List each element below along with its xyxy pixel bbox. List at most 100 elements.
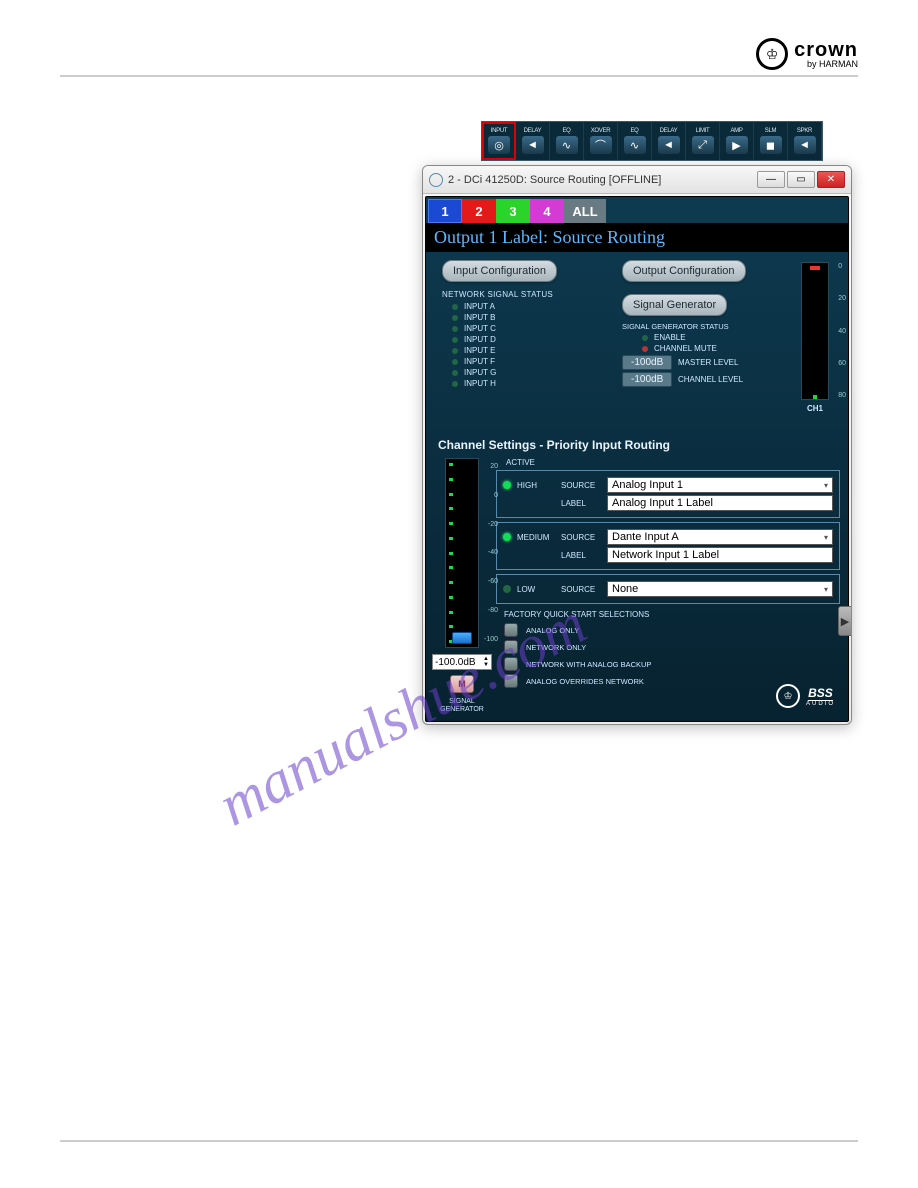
window-titlebar[interactable]: 2 - DCi 41250D: Source Routing [OFFLINE]…: [423, 166, 851, 194]
minimize-button[interactable]: —: [757, 171, 785, 188]
meter-fill: [813, 395, 817, 399]
analog-override-checkbox[interactable]: [504, 674, 518, 688]
channel-tab-4[interactable]: 4: [530, 199, 564, 223]
peak-indicator: [810, 266, 820, 270]
led-icon: [452, 337, 458, 343]
channel-level-label: CHANNEL LEVEL: [678, 375, 743, 384]
brand-sub: by HARMAN: [794, 60, 858, 69]
footer-logos: ♔ BSS AUDIO: [776, 684, 835, 708]
input-a-status: INPUT A: [452, 302, 592, 311]
slm-icon: ◼: [760, 136, 782, 154]
led-icon: [642, 335, 648, 341]
signal-generator-label: SIGNAL GENERATOR: [440, 698, 484, 713]
input-configuration-button[interactable]: Input Configuration: [442, 260, 557, 282]
priority-routing-area: 20 0 -20 -40 -60 -80 -100 -100.0dB ▲▼ M …: [426, 458, 848, 713]
toolbar-xover[interactable]: XOVER⌒: [584, 122, 618, 160]
delay-icon: ◄: [658, 136, 680, 154]
signal-generator-button[interactable]: Signal Generator: [622, 294, 727, 316]
toolbar-amp[interactable]: AMP▶: [720, 122, 754, 160]
bss-logo-sub: AUDIO: [806, 701, 835, 707]
priority-medium-label: MEDIUM: [517, 533, 555, 542]
meter-channel-label: CH1: [792, 404, 838, 413]
channel-level-value[interactable]: -100dB: [622, 372, 672, 387]
priority-low-label: LOW: [517, 585, 555, 594]
main-panel: 1 2 3 4 ALL Output 1 Label: Source Routi…: [425, 196, 849, 722]
toolbar-eq2[interactable]: EQ∿: [618, 122, 652, 160]
input-d-status: INPUT D: [452, 335, 592, 344]
input-e-status: INPUT E: [452, 346, 592, 355]
page-rule-top: [60, 75, 858, 77]
xover-icon: ⌒: [590, 136, 612, 154]
analog-only-checkbox[interactable]: [504, 623, 518, 637]
channel-tab-all[interactable]: ALL: [564, 199, 606, 223]
eq-icon: ∿: [556, 136, 578, 154]
toolbar-delay1[interactable]: DELAY◄: [516, 122, 550, 160]
gain-db-input[interactable]: -100.0dB ▲▼: [432, 654, 492, 670]
section-title: Channel Settings - Priority Input Routin…: [426, 432, 848, 458]
eq-icon: ∿: [624, 136, 646, 154]
network-analog-backup-checkbox[interactable]: [504, 657, 518, 671]
window-icon: [429, 173, 443, 187]
low-source-dropdown[interactable]: None▾: [607, 581, 833, 597]
priority-low-box: LOW SOURCE None▾: [496, 574, 840, 604]
bss-logo-text: BSS: [808, 686, 833, 701]
maximize-button[interactable]: ▭: [787, 171, 815, 188]
channel-tabs: 1 2 3 4 ALL: [426, 197, 848, 223]
toolbar-eq1[interactable]: EQ∿: [550, 122, 584, 160]
header-logo: ♔ crown by HARMAN: [756, 38, 858, 70]
priority-high-box: HIGH SOURCE Analog Input 1▾ LABEL Analog…: [496, 470, 840, 518]
expand-right-button[interactable]: ▶: [838, 606, 852, 636]
active-header: ACTIVE: [506, 458, 840, 467]
window-title: 2 - DCi 41250D: Source Routing [OFFLINE]: [448, 174, 661, 186]
active-led-icon: [503, 481, 511, 489]
output-configuration-button[interactable]: Output Configuration: [622, 260, 746, 282]
crown-footer-icon: ♔: [776, 684, 800, 708]
output-label: Output 1 Label: Source Routing: [426, 223, 848, 252]
medium-source-dropdown[interactable]: Dante Input A▾: [607, 529, 833, 545]
chevron-down-icon: ▾: [824, 585, 828, 594]
toolbar-limit[interactable]: LIMIT⤢: [686, 122, 720, 160]
active-led-icon: [503, 533, 511, 541]
close-button[interactable]: ✕: [817, 171, 845, 188]
led-icon: [642, 346, 648, 352]
toolbar-input[interactable]: INPUT ◎: [482, 122, 516, 160]
inactive-led-icon: [503, 585, 511, 593]
input-icon: ◎: [488, 136, 510, 154]
input-b-status: INPUT B: [452, 313, 592, 322]
limit-icon: ⤢: [692, 136, 714, 154]
input-g-status: INPUT G: [452, 368, 592, 377]
amp-icon: ▶: [726, 136, 748, 154]
high-source-dropdown[interactable]: Analog Input 1▾: [607, 477, 833, 493]
priority-medium-box: MEDIUM SOURCE Dante Input A▾ LABEL Netwo…: [496, 522, 840, 570]
network-status-title: NETWORK SIGNAL STATUS: [442, 290, 592, 299]
spinner-icon[interactable]: ▲▼: [483, 656, 489, 668]
high-label-input[interactable]: Analog Input 1 Label: [607, 495, 833, 511]
toolbar-delay2[interactable]: DELAY◄: [652, 122, 686, 160]
factory-quick-start: FACTORY QUICK START SELECTIONS ANALOG ON…: [496, 610, 840, 688]
gain-fader-track: 20 0 -20 -40 -60 -80 -100: [445, 458, 479, 648]
master-level-label: MASTER LEVEL: [678, 358, 738, 367]
enable-label: ENABLE: [654, 333, 686, 342]
signal-chain-toolbar: INPUT ◎ DELAY◄ EQ∿ XOVER⌒ EQ∿ DELAY◄ LIM…: [481, 121, 823, 161]
factory-title: FACTORY QUICK START SELECTIONS: [504, 610, 840, 619]
input-f-status: INPUT F: [452, 357, 592, 366]
config-section: Input Configuration NETWORK SIGNAL STATU…: [426, 252, 848, 432]
toolbar-spkr[interactable]: SPKR◄: [788, 122, 822, 160]
network-only-checkbox[interactable]: [504, 640, 518, 654]
channel-tab-2[interactable]: 2: [462, 199, 496, 223]
medium-label-input[interactable]: Network Input 1 Label: [607, 547, 833, 563]
chevron-down-icon: ▾: [824, 481, 828, 490]
speaker-icon: ◄: [794, 136, 816, 154]
led-icon: [452, 370, 458, 376]
input-c-status: INPUT C: [452, 324, 592, 333]
gain-fader-knob[interactable]: [452, 632, 472, 644]
led-icon: [452, 359, 458, 365]
channel-tab-1[interactable]: 1: [428, 199, 462, 223]
master-level-value[interactable]: -100dB: [622, 355, 672, 370]
toolbar-slm[interactable]: SLM◼: [754, 122, 788, 160]
led-icon: [452, 326, 458, 332]
toolbar-input-label: INPUT: [491, 128, 508, 134]
mute-button[interactable]: M: [450, 675, 474, 693]
chevron-down-icon: ▾: [824, 533, 828, 542]
channel-tab-3[interactable]: 3: [496, 199, 530, 223]
